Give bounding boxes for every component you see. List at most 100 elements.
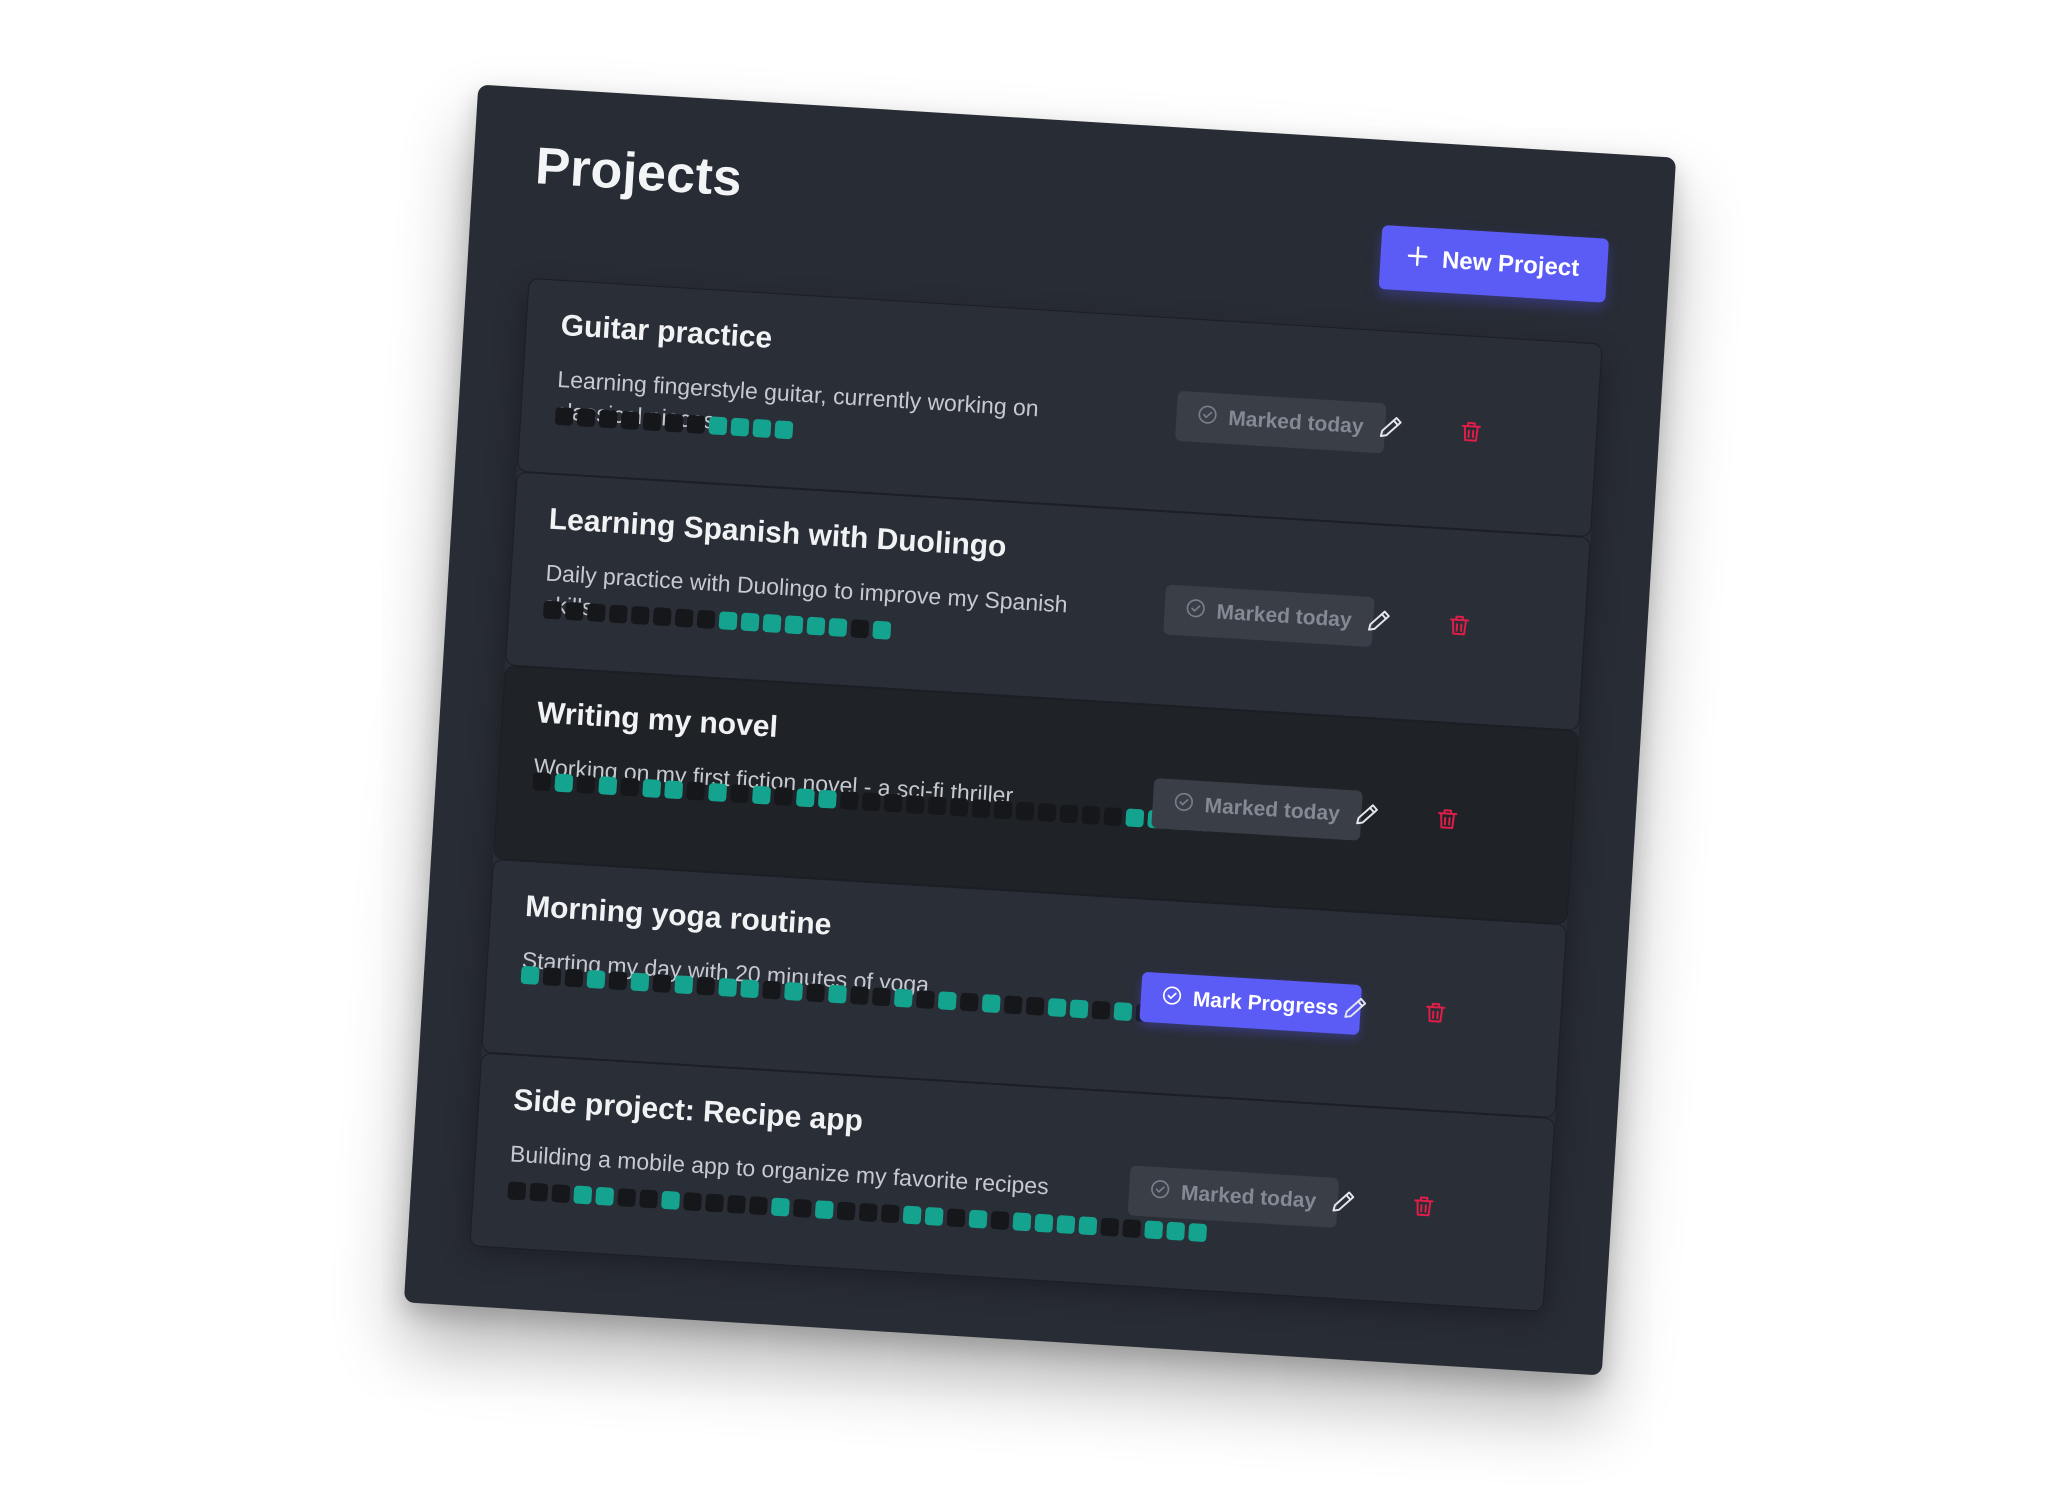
- project-title: Learning Spanish with Duolingo: [547, 502, 1008, 564]
- status-label: Mark Progress: [1192, 987, 1340, 1020]
- progress-day-done: [664, 780, 684, 800]
- progress-day-missed: [532, 772, 552, 792]
- trash-icon: [1445, 611, 1473, 644]
- new-project-button[interactable]: New Project: [1378, 224, 1610, 303]
- progress-day-missed: [792, 1198, 812, 1218]
- progress-day-missed: [620, 777, 640, 797]
- progress-day-missed: [683, 1192, 703, 1212]
- progress-day-missed: [608, 604, 628, 624]
- progress-day-missed: [1037, 803, 1057, 823]
- progress-day-missed: [576, 408, 596, 428]
- progress-day-done: [902, 1205, 922, 1225]
- progress-day-missed: [696, 609, 716, 629]
- progress-day-missed: [915, 989, 935, 1010]
- progress-day-missed: [1015, 801, 1035, 821]
- progress-day-done: [598, 776, 618, 796]
- mark-progress-button[interactable]: Mark Progress: [1139, 971, 1362, 1036]
- check-circle-icon: [1160, 984, 1184, 1013]
- progress-day-missed: [883, 793, 903, 813]
- progress-day-missed: [836, 1201, 856, 1221]
- status-label: Marked today: [1215, 600, 1353, 632]
- edit-button[interactable]: [1359, 602, 1399, 642]
- status-label: Marked today: [1227, 406, 1365, 439]
- progress-day-missed: [529, 1182, 549, 1202]
- delete-button[interactable]: [1439, 607, 1479, 647]
- progress-day-missed: [880, 1204, 900, 1224]
- trash-icon: [1433, 805, 1461, 838]
- edit-button[interactable]: [1335, 990, 1375, 1030]
- progress-day-missed: [927, 796, 947, 816]
- progress-day-missed: [608, 971, 628, 991]
- progress-day-missed: [1091, 1000, 1111, 1020]
- plus-icon: [1403, 242, 1431, 277]
- progress-day-done: [1125, 808, 1145, 828]
- progress-day-done: [784, 615, 804, 635]
- delete-button[interactable]: [1415, 995, 1455, 1035]
- delete-button[interactable]: [1427, 801, 1467, 841]
- progress-day-missed: [639, 1189, 659, 1209]
- progress-day-missed: [1103, 807, 1123, 827]
- progress-day-missed: [861, 792, 881, 812]
- progress-day-missed: [696, 976, 716, 996]
- edit-button[interactable]: [1324, 1183, 1364, 1223]
- progress-day-done: [740, 979, 760, 999]
- check-circle-icon: [1184, 597, 1208, 626]
- progress-day-done: [1034, 1213, 1054, 1233]
- progress-day-missed: [806, 983, 826, 1003]
- progress-day-done: [814, 1200, 834, 1220]
- edit-button[interactable]: [1347, 796, 1387, 836]
- progress-day-done: [520, 965, 540, 985]
- progress-day-done: [1166, 1221, 1186, 1241]
- pencil-icon: [1330, 1187, 1358, 1220]
- progress-day-done: [795, 788, 815, 808]
- progress-day-done: [924, 1206, 944, 1226]
- progress-day-missed: [871, 987, 891, 1007]
- pencil-icon: [1353, 800, 1381, 833]
- progress-day-missed: [858, 1202, 878, 1222]
- project-list: Guitar practice Learning fingerstyle guit…: [469, 277, 1603, 1312]
- delete-button[interactable]: [1403, 1188, 1443, 1228]
- progress-day-missed: [762, 980, 782, 1000]
- edit-button[interactable]: [1371, 409, 1411, 449]
- progress-day-missed: [554, 406, 574, 426]
- progress-day-missed: [773, 786, 793, 806]
- project-title: Side project: Recipe app: [512, 1083, 864, 1138]
- delete-button[interactable]: [1451, 414, 1491, 454]
- progress-day-missed: [507, 1181, 527, 1201]
- progress-day-missed: [674, 608, 694, 628]
- progress-day-done: [718, 977, 738, 997]
- progress-day-done: [774, 420, 794, 440]
- project-title: Writing my novel: [536, 696, 779, 744]
- progress-day-done: [630, 972, 650, 992]
- check-circle-icon: [1172, 790, 1196, 819]
- check-circle-icon: [1196, 403, 1220, 432]
- progress-day-done: [642, 778, 662, 798]
- progress-day-missed: [993, 800, 1013, 820]
- progress-day-missed: [542, 967, 562, 987]
- progress-day-missed: [586, 603, 606, 623]
- progress-day-done: [937, 991, 957, 1011]
- pencil-icon: [1365, 606, 1393, 639]
- progress-day-done: [718, 611, 738, 631]
- progress-day-done: [806, 616, 826, 636]
- progress-day-missed: [652, 973, 672, 993]
- progress-day-done: [770, 1197, 790, 1217]
- progress-day-done: [1113, 1002, 1133, 1022]
- progress-day-done: [674, 975, 694, 995]
- progress-day-done: [981, 993, 1001, 1014]
- new-project-label: New Project: [1441, 246, 1581, 283]
- progress-day-missed: [620, 410, 640, 430]
- pencil-icon: [1342, 994, 1370, 1027]
- project-title: Morning yoga routine: [524, 889, 833, 942]
- check-circle-icon: [1148, 1178, 1172, 1207]
- marked-today-badge: Marked today: [1174, 390, 1387, 454]
- status-label: Marked today: [1203, 794, 1341, 826]
- progress-day-done: [817, 789, 837, 809]
- progress-day-missed: [542, 600, 562, 620]
- progress-day-missed: [959, 992, 979, 1012]
- progress-day-missed: [652, 607, 672, 627]
- progress-day-missed: [564, 968, 584, 988]
- progress-day-done: [968, 1209, 988, 1229]
- progress-day-missed: [551, 1184, 571, 1204]
- progress-day-done: [893, 988, 913, 1008]
